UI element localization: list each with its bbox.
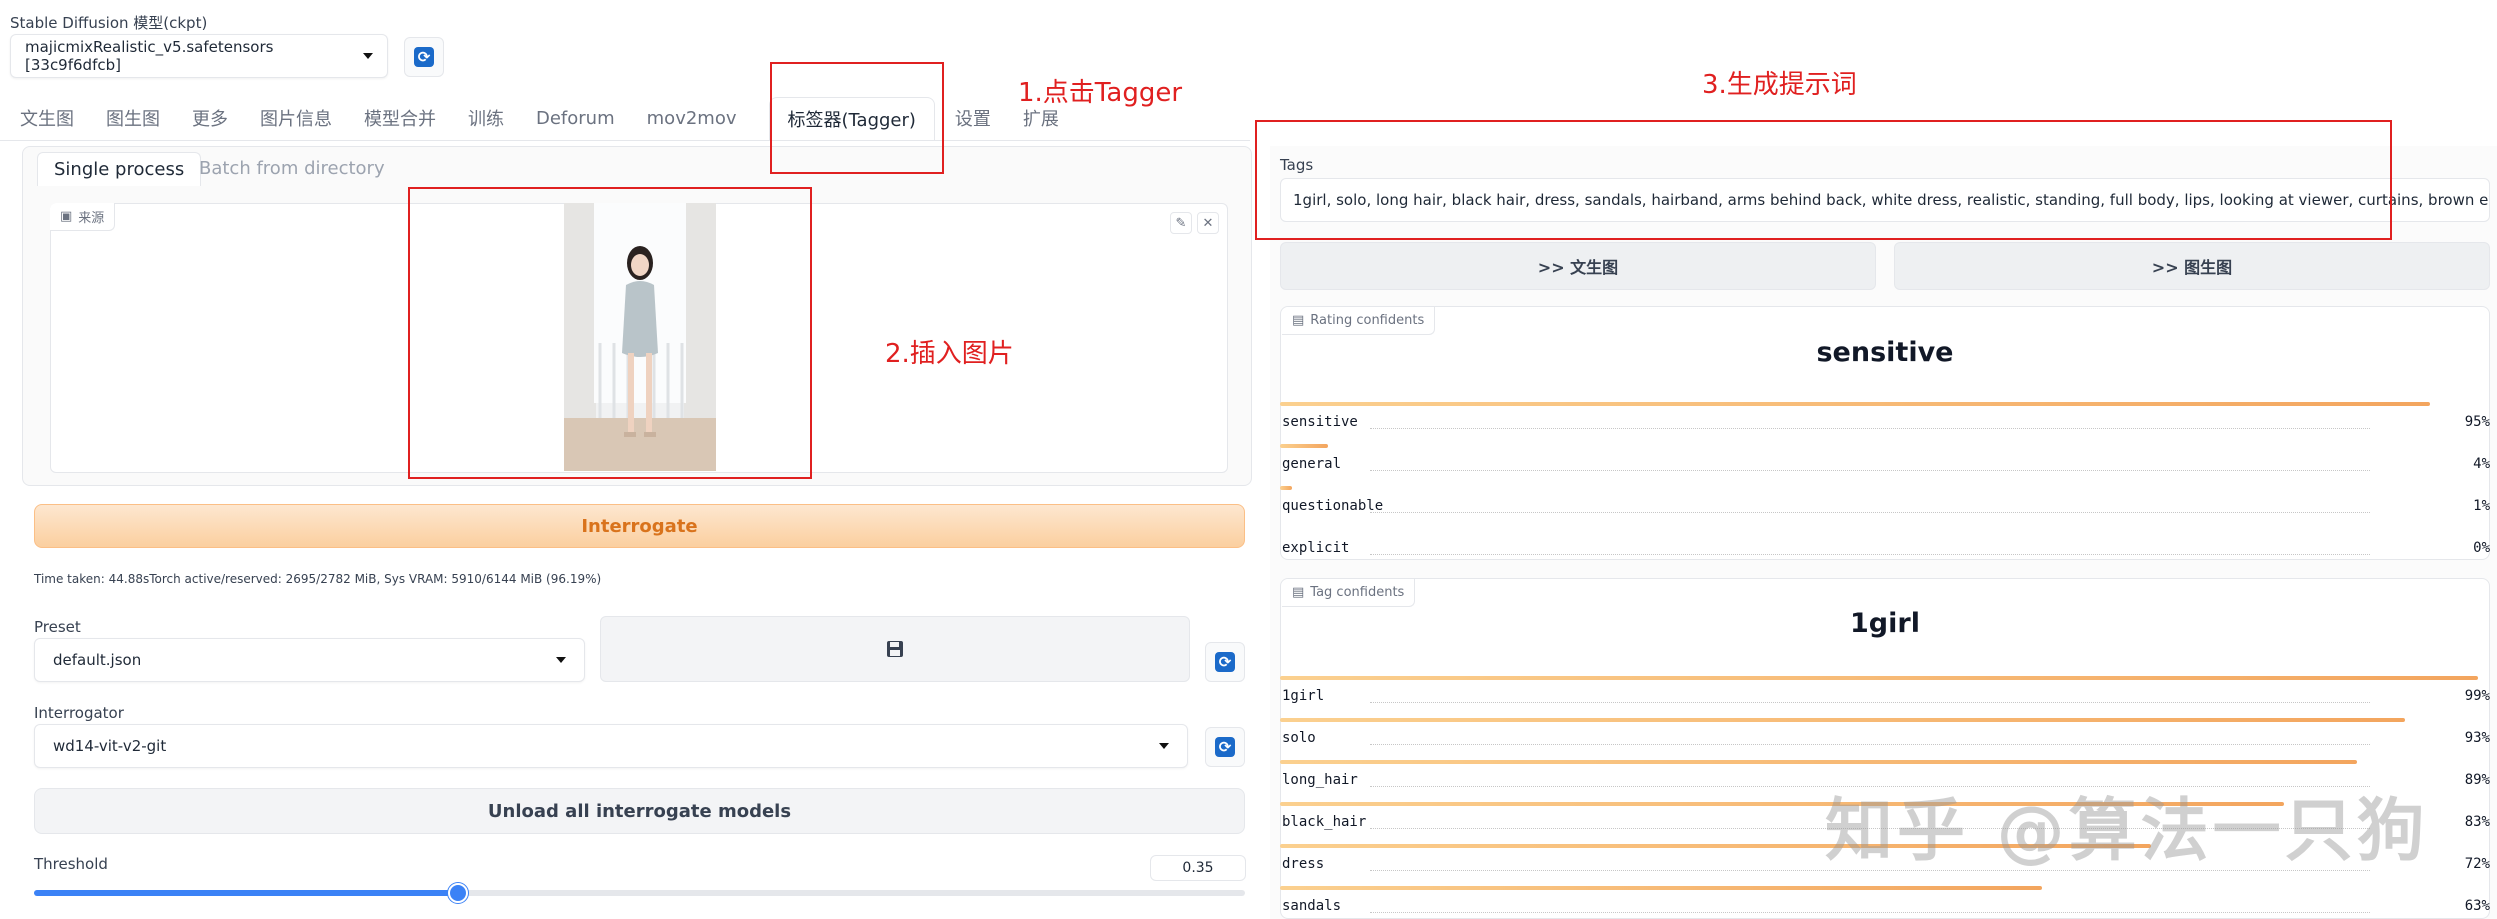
tab-image-info[interactable]: 图片信息	[260, 105, 332, 131]
threshold-slider-fill	[34, 890, 458, 896]
threshold-input[interactable]: 0.35	[1150, 855, 1246, 881]
chevron-down-icon	[556, 657, 566, 663]
rating-pct-explicit: 0%	[2473, 540, 2490, 556]
tag-bar-solo	[1280, 718, 2406, 722]
rating-confidents-label: ▤ Rating confidents	[1282, 307, 1436, 335]
refresh-icon: ⟳	[414, 47, 434, 67]
tag-top-label: 1girl	[1850, 608, 1920, 639]
tab-deforum[interactable]: Deforum	[536, 108, 615, 129]
tag-row-leader	[1370, 702, 2370, 703]
tag-bar-1girl	[1280, 676, 2478, 680]
send-to-img2img-button[interactable]: >> 图生图	[1894, 242, 2490, 290]
rating-label-general: general	[1282, 456, 1342, 472]
model-label: Stable Diffusion 模型(ckpt)	[10, 14, 208, 32]
subtab-batch-directory[interactable]: Batch from directory	[199, 158, 385, 179]
unload-models-button[interactable]: Unload all interrogate models	[34, 788, 1245, 834]
tab-img2img[interactable]: 图生图	[106, 105, 160, 131]
floppy-disk-icon	[887, 641, 903, 657]
threshold-label: Threshold	[34, 855, 108, 873]
rating-pct-sensitive: 95%	[2464, 414, 2490, 430]
rating-row-leader	[1370, 470, 2370, 471]
tag-confidents-label: ▤ Tag confidents	[1282, 579, 1416, 607]
annotation-step2: 2.插入图片	[885, 339, 1014, 369]
tag-pct-1girl: 99%	[2464, 688, 2490, 704]
rating-bar-general	[1280, 444, 1329, 448]
interrogator-select[interactable]: wd14-vit-v2-git	[34, 724, 1188, 768]
preset-label: Preset	[34, 618, 81, 636]
chevron-down-icon	[363, 53, 373, 59]
interrogator-value: wd14-vit-v2-git	[53, 737, 167, 755]
tabs-divider	[0, 140, 1250, 141]
tag-bar-long_hair	[1280, 760, 2357, 764]
rating-bar-sensitive	[1280, 402, 2430, 406]
tab-more[interactable]: 更多	[192, 105, 228, 131]
annotation-box-tags	[1255, 120, 2392, 240]
preset-select[interactable]: default.json	[34, 638, 585, 682]
rating-pct-questionable: 1%	[2473, 498, 2490, 514]
rating-label-explicit: explicit	[1282, 540, 1350, 556]
rating-row-leader	[1370, 428, 2370, 429]
annotation-box-image	[408, 187, 812, 479]
threshold-slider-track[interactable]	[34, 890, 1245, 896]
tab-train[interactable]: 训练	[468, 105, 504, 131]
tab-txt2img[interactable]: 文生图	[20, 105, 74, 131]
threshold-slider-thumb[interactable]	[447, 883, 468, 903]
tag-pct-solo: 93%	[2464, 730, 2490, 746]
tag-pct-sandals: 63%	[2464, 898, 2490, 914]
rating-bar-questionable	[1280, 486, 1293, 490]
model-select[interactable]: majicmixRealistic_v5.safetensors [33c9f6…	[10, 34, 388, 78]
image-source-label: ▣ 来源	[50, 203, 116, 231]
pencil-icon[interactable]: ✎	[1170, 212, 1192, 234]
interrogate-button[interactable]: Interrogate	[34, 504, 1245, 548]
time-taken-info: Time taken: 44.88sTorch active/reserved:…	[34, 572, 602, 586]
tab-settings[interactable]: 设置	[955, 105, 991, 131]
rating-pct-general: 4%	[2473, 456, 2490, 472]
subtab-single-process[interactable]: Single process	[37, 152, 202, 186]
tag-label-solo: solo	[1282, 730, 1316, 746]
model-value: majicmixRealistic_v5.safetensors [33c9f6…	[25, 38, 274, 74]
save-preset-button[interactable]	[600, 616, 1190, 682]
tab-mov2mov[interactable]: mov2mov	[647, 108, 737, 129]
refresh-icon: ⟳	[1215, 652, 1235, 672]
rating-label-sensitive: sensitive	[1282, 414, 1358, 430]
tag-row-leader	[1370, 744, 2370, 745]
chart-icon: ▤	[1292, 313, 1305, 328]
tag-label-sandals: sandals	[1282, 898, 1342, 914]
watermark-text: 知乎 @算法一只狗	[1825, 792, 2429, 871]
close-icon[interactable]: ✕	[1197, 212, 1219, 234]
refresh-model-button[interactable]: ⟳	[404, 37, 444, 77]
rating-row-leader	[1370, 512, 2370, 513]
tag-bar-sandals	[1280, 886, 2043, 890]
rating-top-label: sensitive	[1816, 337, 1954, 368]
annotation-step3: 3.生成提示词	[1702, 70, 1857, 100]
tag-row-leader	[1370, 912, 2370, 913]
tag-label-1girl: 1girl	[1282, 688, 1325, 704]
tab-model-merge[interactable]: 模型合并	[364, 105, 436, 131]
tag-label-long_hair: long_hair	[1282, 772, 1358, 788]
chevron-down-icon	[1159, 743, 1169, 749]
annotation-box-tagger	[770, 62, 944, 174]
rating-row-leader	[1370, 554, 2370, 555]
refresh-icon: ⟳	[1215, 737, 1235, 757]
annotation-step1: 1.点击Tagger	[1018, 78, 1183, 108]
interrogator-label: Interrogator	[34, 704, 124, 722]
tag-label-dress: dress	[1282, 856, 1325, 872]
refresh-preset-button[interactable]: ⟳	[1205, 642, 1245, 682]
chart-icon: ▤	[1292, 585, 1305, 600]
send-to-txt2img-button[interactable]: >> 文生图	[1280, 242, 1876, 290]
tag-label-black_hair: black_hair	[1282, 814, 1367, 830]
preset-value: default.json	[53, 651, 142, 669]
rating-label-questionable: questionable	[1282, 498, 1384, 514]
refresh-interrogator-button[interactable]: ⟳	[1205, 727, 1245, 767]
image-icon: ▣	[60, 209, 73, 224]
